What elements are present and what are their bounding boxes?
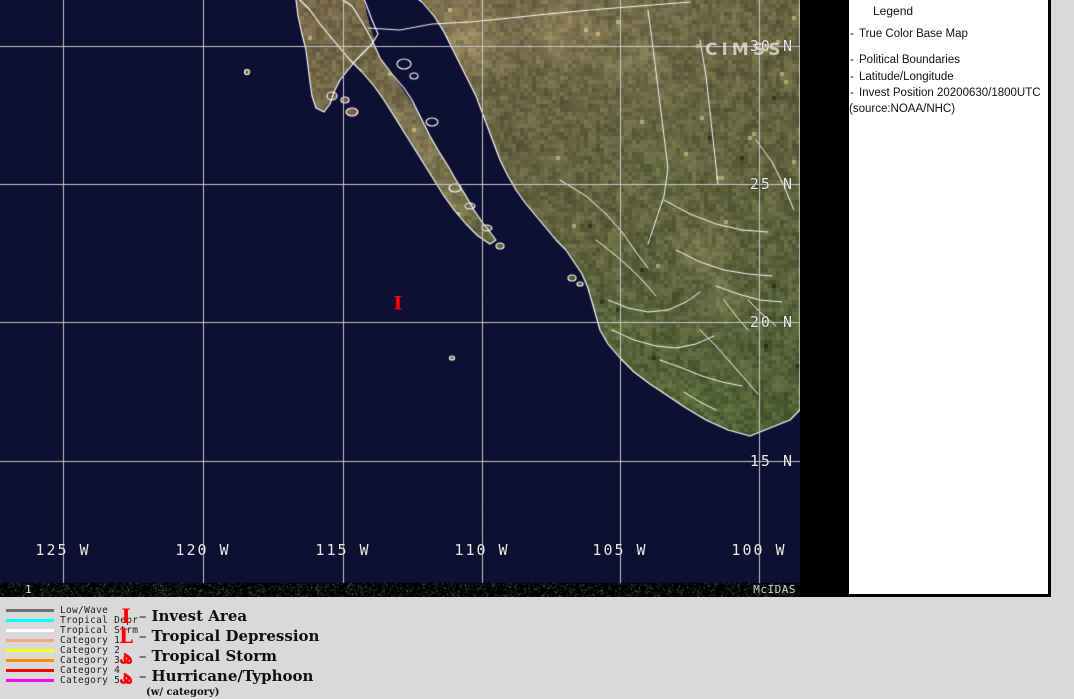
frame-index-label: 1 [25,583,32,596]
legend-item-label: Political Boundaries [859,53,960,68]
symbol-key-label: Invest Area [152,607,248,625]
symbol-key-label: Hurricane/Typhoon [152,667,314,685]
legend-bullet: - [850,70,859,85]
intensity-color-swatch [6,629,54,632]
storm-symbol-glyph: ھ [116,646,136,666]
intensity-color-swatch [6,639,54,642]
symbol-dash: – [139,607,147,625]
legend-item-label: Invest Position 20200630/1800UTC [859,86,1041,101]
legend-source-note: (source:NOAA/NHC) [849,102,1048,117]
intensity-color-swatch [6,649,54,652]
storm-symbol-key: I – Invest Area L – Tropical Depression ھ – Trop… [116,606,319,698]
symbol-key-label: Tropical Storm [152,647,277,665]
symbol-key-label: Tropical Depression [152,627,320,645]
legend-item-label: Latitude/Longitude [859,70,954,85]
symbol-key-row: I – Invest Area [116,606,319,626]
storm-symbol-glyph: ھ [116,666,136,686]
map-panel-divider [800,0,849,597]
legend-bullet: - [850,27,859,42]
intensity-label: Category 5 [60,675,120,686]
bottom-legend-strip: Low/Wave Tropical Depr Tropical Strm Catego… [0,600,1074,699]
storm-symbol-glyph: L [116,626,136,646]
invest-position-marker[interactable]: I [394,295,403,314]
intensity-color-swatch [6,609,54,612]
legend-panel-title: Legend [873,4,1048,18]
legend-bullet: - [850,53,859,68]
storm-symbol-glyph: I [116,606,136,626]
symbol-key-row: ھ – Tropical Storm [116,646,319,666]
legend-item: - Political Boundaries [849,53,1048,68]
legend-spacer [849,43,1048,53]
symbol-dash: – [139,627,147,645]
symbol-dash: – [139,647,147,665]
symbol-key-row: L – Tropical Depression [116,626,319,646]
intensity-color-swatch [6,679,54,682]
legend-item-list: - True Color Base Map - Political Boundarie… [849,27,1048,101]
intensity-color-swatch [6,619,54,622]
symbol-key-row: ھ – Hurricane/Typhoon [116,666,319,686]
legend-item: - Latitude/Longitude [849,70,1048,85]
app-root: CIMSS 125 W 120 W 115 W 110 W 105 W 100 W 30 … [0,0,1074,699]
intensity-color-swatch [6,669,54,672]
legend-item: - Invest Position 20200630/1800UTC [849,86,1048,101]
legend-item: - True Color Base Map [849,27,1048,42]
symbol-key-note: (w/ category) [146,687,319,698]
mcidas-watermark: McIDAS [753,583,796,596]
satellite-map[interactable]: CIMSS 125 W 120 W 115 W 110 W 105 W 100 W 30 … [0,0,800,597]
intensity-color-swatch [6,659,54,662]
legend-bullet: - [850,86,859,101]
symbol-dash: – [139,667,147,685]
legend-item-label: True Color Base Map [859,27,968,42]
legend-panel: Legend - True Color Base Map - Political Bo… [849,0,1051,597]
